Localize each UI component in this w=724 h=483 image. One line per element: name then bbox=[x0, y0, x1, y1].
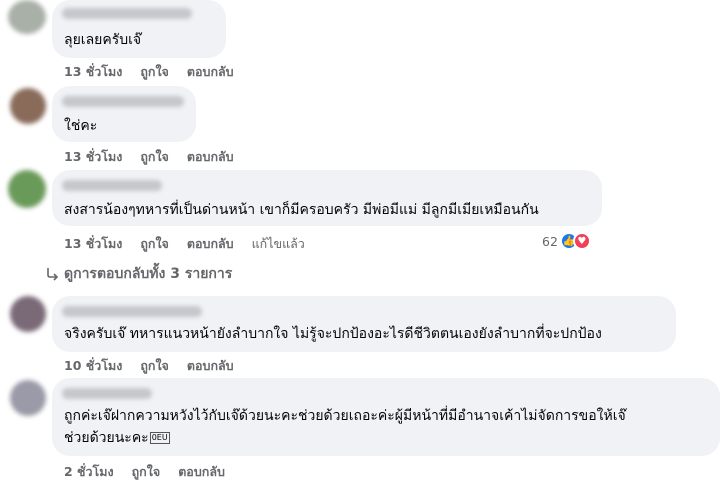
comment-timestamp[interactable]: 13 ชั่วโมง bbox=[64, 147, 122, 167]
comment-text-line-2-text: ช่วยด้วยนะคะ bbox=[64, 430, 149, 446]
unknown-emoji-glyph: 0EU bbox=[149, 432, 170, 444]
comment-text-line-2: ช่วยด้วยนะคะ 0EU bbox=[64, 428, 170, 448]
comment-text: สงสารน้องๆทหารที่เป็นด่านหน้า เขาก็มีครอ… bbox=[64, 202, 539, 218]
edited-label: แก้ไขแล้ว bbox=[251, 236, 305, 251]
comment-bubble: ลุยเลยครับเจ๊ bbox=[52, 0, 226, 58]
comment-text: จริงครับเจ๊ ทหารแนวหน้ายังลำบากใจ ไม่รู้… bbox=[64, 326, 602, 342]
commenter-name[interactable] bbox=[62, 96, 184, 107]
like-button[interactable]: ถูกใจ bbox=[132, 462, 161, 482]
reply-button[interactable]: ตอบกลับ bbox=[187, 62, 234, 82]
comment-timestamp[interactable]: 10 ชั่วโมง bbox=[64, 356, 122, 376]
avatar[interactable] bbox=[8, 170, 46, 208]
comment-bubble: สงสารน้องๆทหารที่เป็นด่านหน้า เขาก็มีครอ… bbox=[52, 170, 602, 226]
reply-button[interactable]: ตอบกลับ bbox=[187, 356, 234, 376]
like-button[interactable]: ถูกใจ bbox=[140, 147, 169, 167]
comment-actions: 2 ชั่วโมง ถูกใจ ตอบกลับ bbox=[64, 462, 225, 482]
reply-button[interactable]: ตอบกลับ bbox=[178, 462, 225, 482]
reaction-count: 62 bbox=[542, 233, 558, 249]
comment-bubble: ใช่คะ bbox=[52, 86, 196, 142]
comment-timestamp[interactable]: 13 ชั่วโมง bbox=[64, 234, 122, 254]
view-replies-label: ดูการตอบกลับทั้ง 3 รายการ bbox=[64, 266, 233, 282]
like-button[interactable]: ถูกใจ bbox=[140, 234, 169, 254]
avatar[interactable] bbox=[10, 296, 46, 332]
comment-bubble: ถูกค่ะเจ๊ฝากความหวังไว้กับเจ๊ด้วยนะคะช่ว… bbox=[52, 378, 720, 456]
avatar[interactable] bbox=[8, 0, 46, 34]
comment-text-line-1: ถูกค่ะเจ๊ฝากความหวังไว้กับเจ๊ด้วยนะคะช่ว… bbox=[64, 408, 626, 424]
commenter-name[interactable] bbox=[62, 388, 152, 399]
reply-button[interactable]: ตอบกลับ bbox=[187, 147, 234, 167]
comment-actions: 13 ชั่วโมง ถูกใจ ตอบกลับ bbox=[64, 62, 234, 82]
avatar[interactable] bbox=[10, 88, 46, 124]
like-button[interactable]: ถูกใจ bbox=[140, 356, 169, 376]
reaction-summary[interactable]: 62 👍 ♥ bbox=[542, 232, 591, 250]
comment-text: ใช่คะ bbox=[64, 118, 98, 134]
comment-bubble: จริงครับเจ๊ ทหารแนวหน้ายังลำบากใจ ไม่รู้… bbox=[52, 296, 676, 352]
comment-actions: 13 ชั่วโมง ถูกใจ ตอบกลับ แก้ไขแล้ว bbox=[64, 234, 305, 254]
commenter-name[interactable] bbox=[62, 180, 162, 191]
comment-text: ลุยเลยครับเจ๊ bbox=[64, 32, 142, 48]
comment-actions: 13 ชั่วโมง ถูกใจ ตอบกลับ bbox=[64, 147, 234, 167]
reply-arrow-icon bbox=[47, 268, 58, 281]
heart-icon: ♥ bbox=[572, 232, 591, 250]
commenter-name[interactable] bbox=[62, 8, 192, 19]
avatar[interactable] bbox=[10, 380, 46, 416]
comment-actions: 10 ชั่วโมง ถูกใจ ตอบกลับ bbox=[64, 356, 234, 376]
comment-timestamp[interactable]: 13 ชั่วโมง bbox=[64, 62, 122, 82]
like-button[interactable]: ถูกใจ bbox=[140, 62, 169, 82]
comment-timestamp[interactable]: 2 ชั่วโมง bbox=[64, 462, 114, 482]
reply-button[interactable]: ตอบกลับ bbox=[187, 234, 234, 254]
commenter-name[interactable] bbox=[62, 306, 202, 317]
view-replies-link[interactable]: ดูการตอบกลับทั้ง 3 รายการ bbox=[46, 263, 232, 285]
